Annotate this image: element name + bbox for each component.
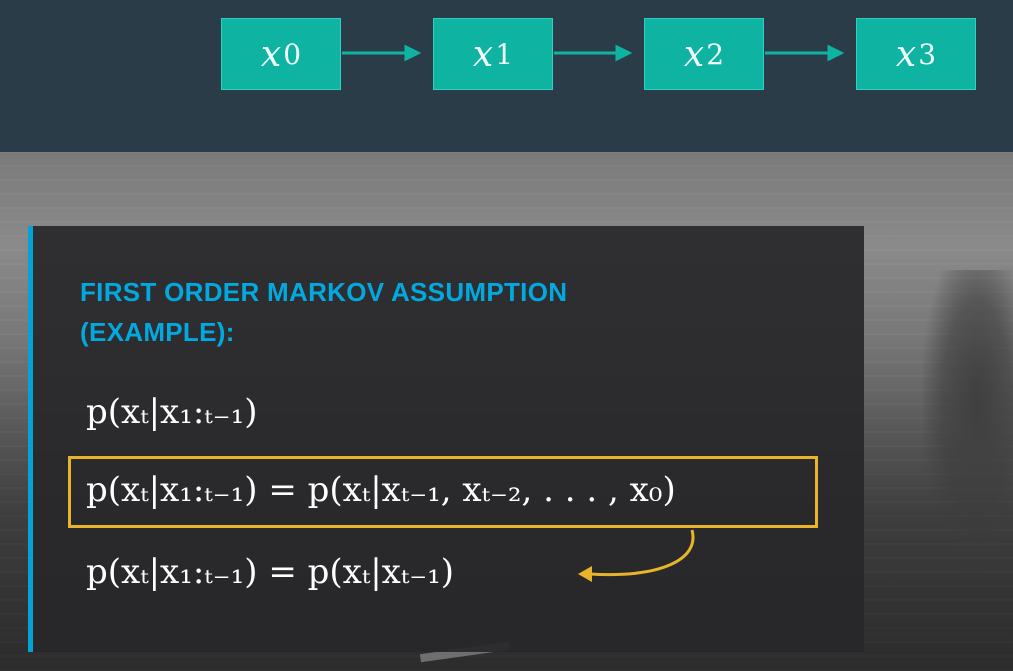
arrowhead-x0-x1: [404, 44, 422, 62]
equation-markov-simplified: p(xₜ|x₁:ₜ₋₁) = p(xₜ|xₜ₋₁): [86, 552, 455, 592]
arrowhead-x2-x3: [827, 44, 845, 62]
panel-accent-bar: [28, 226, 33, 652]
panel-heading: FIRST ORDER MARKOV ASSUMPTION (EXAMPLE):: [80, 272, 720, 352]
background-tree: [923, 270, 1013, 570]
heading-line-1: FIRST ORDER MARKOV ASSUMPTION: [80, 277, 568, 307]
equation-full-history: p(xₜ|x₁:ₜ₋₁) = p(xₜ|xₜ₋₁, xₜ₋₂, . . . , …: [86, 470, 676, 510]
chain-arrows: [342, 44, 845, 62]
arrowhead-x1-x2: [615, 44, 633, 62]
equation-joint-conditional: p(xₜ|x₁:ₜ₋₁): [86, 392, 258, 432]
heading-line-2: (EXAMPLE):: [80, 317, 235, 347]
